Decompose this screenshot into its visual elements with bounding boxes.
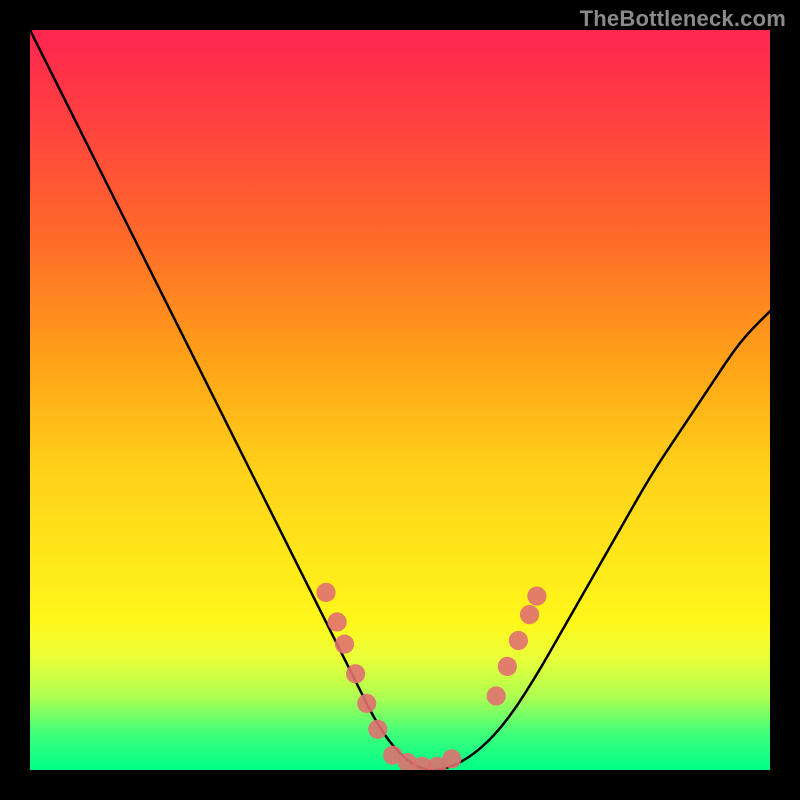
curve-path <box>30 30 770 770</box>
trough-5 <box>442 749 461 768</box>
left-marker-3 <box>335 635 354 654</box>
marker-group <box>316 583 546 770</box>
chart-overlay <box>30 30 770 770</box>
right-marker-2 <box>498 657 517 676</box>
left-marker-2 <box>328 612 347 631</box>
watermark-text: TheBottleneck.com <box>580 6 786 32</box>
right-marker-4 <box>520 605 539 624</box>
left-marker-1 <box>316 583 335 602</box>
left-marker-6 <box>368 720 387 739</box>
plot-area <box>30 30 770 770</box>
right-marker-5 <box>527 587 546 606</box>
chart-frame: TheBottleneck.com <box>0 0 800 800</box>
right-marker-1 <box>487 686 506 705</box>
right-marker-3 <box>509 631 528 650</box>
left-marker-4 <box>346 664 365 683</box>
left-marker-5 <box>357 694 376 713</box>
